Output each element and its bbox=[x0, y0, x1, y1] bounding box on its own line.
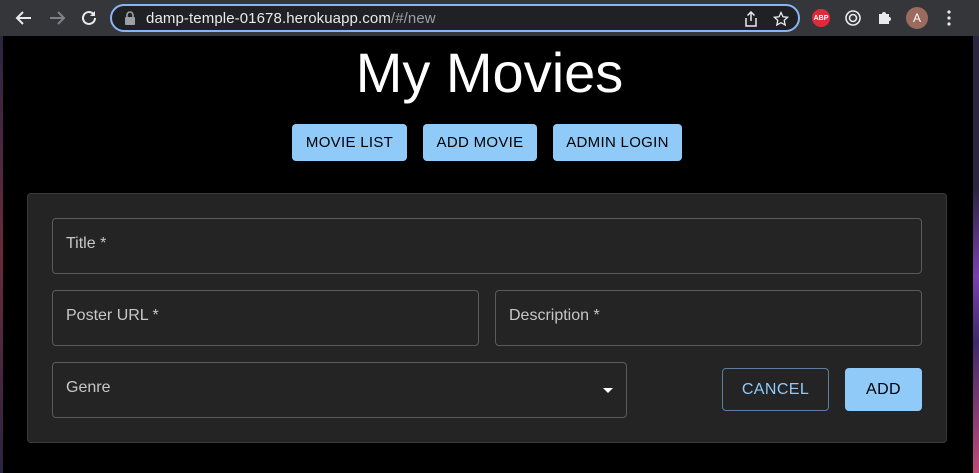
adblock-extension-icon[interactable]: ABP bbox=[812, 9, 830, 27]
menu-kebab-icon[interactable] bbox=[938, 7, 960, 29]
reload-icon[interactable] bbox=[77, 6, 101, 30]
description-input[interactable]: Description * bbox=[495, 290, 922, 346]
title-label: Title * bbox=[66, 235, 107, 252]
forward-icon[interactable] bbox=[45, 6, 69, 30]
movie-list-button[interactable]: MOVIE LIST bbox=[292, 124, 407, 161]
avatar-initial: A bbox=[912, 11, 921, 25]
url-text: damp-temple-01678.herokuapp.com/#/new bbox=[146, 10, 436, 27]
add-button[interactable]: ADD bbox=[845, 368, 922, 411]
title-input[interactable]: Title * bbox=[52, 218, 922, 274]
genre-label: Genre bbox=[66, 379, 111, 396]
profile-avatar[interactable]: A bbox=[906, 7, 928, 29]
poster-url-input[interactable]: Poster URL * bbox=[52, 290, 479, 346]
poster-url-label: Poster URL * bbox=[66, 307, 159, 324]
url-host: damp-temple-01678.herokuapp.com bbox=[146, 10, 391, 27]
bookmark-star-icon[interactable] bbox=[772, 10, 790, 28]
target-extension-icon[interactable] bbox=[842, 7, 864, 29]
share-icon[interactable] bbox=[742, 10, 760, 28]
back-icon[interactable] bbox=[12, 6, 36, 30]
adblock-label: ABP bbox=[813, 14, 829, 22]
url-path: /#/new bbox=[390, 10, 436, 27]
cancel-button[interactable]: CANCEL bbox=[722, 368, 829, 411]
browser-toolbar: damp-temple-01678.herokuapp.com/#/new AB… bbox=[0, 0, 979, 36]
add-movie-button[interactable]: ADD MOVIE bbox=[423, 124, 537, 161]
dropdown-caret-icon bbox=[603, 388, 613, 393]
genre-select[interactable]: Genre bbox=[52, 362, 627, 418]
admin-login-button[interactable]: ADMIN LOGIN bbox=[553, 124, 682, 161]
lock-icon bbox=[124, 11, 136, 30]
address-bar[interactable]: damp-temple-01678.herokuapp.com/#/new bbox=[110, 4, 800, 32]
extensions-puzzle-icon[interactable] bbox=[874, 7, 896, 29]
description-label: Description * bbox=[509, 307, 600, 324]
page-title: My Movies bbox=[355, 41, 624, 104]
